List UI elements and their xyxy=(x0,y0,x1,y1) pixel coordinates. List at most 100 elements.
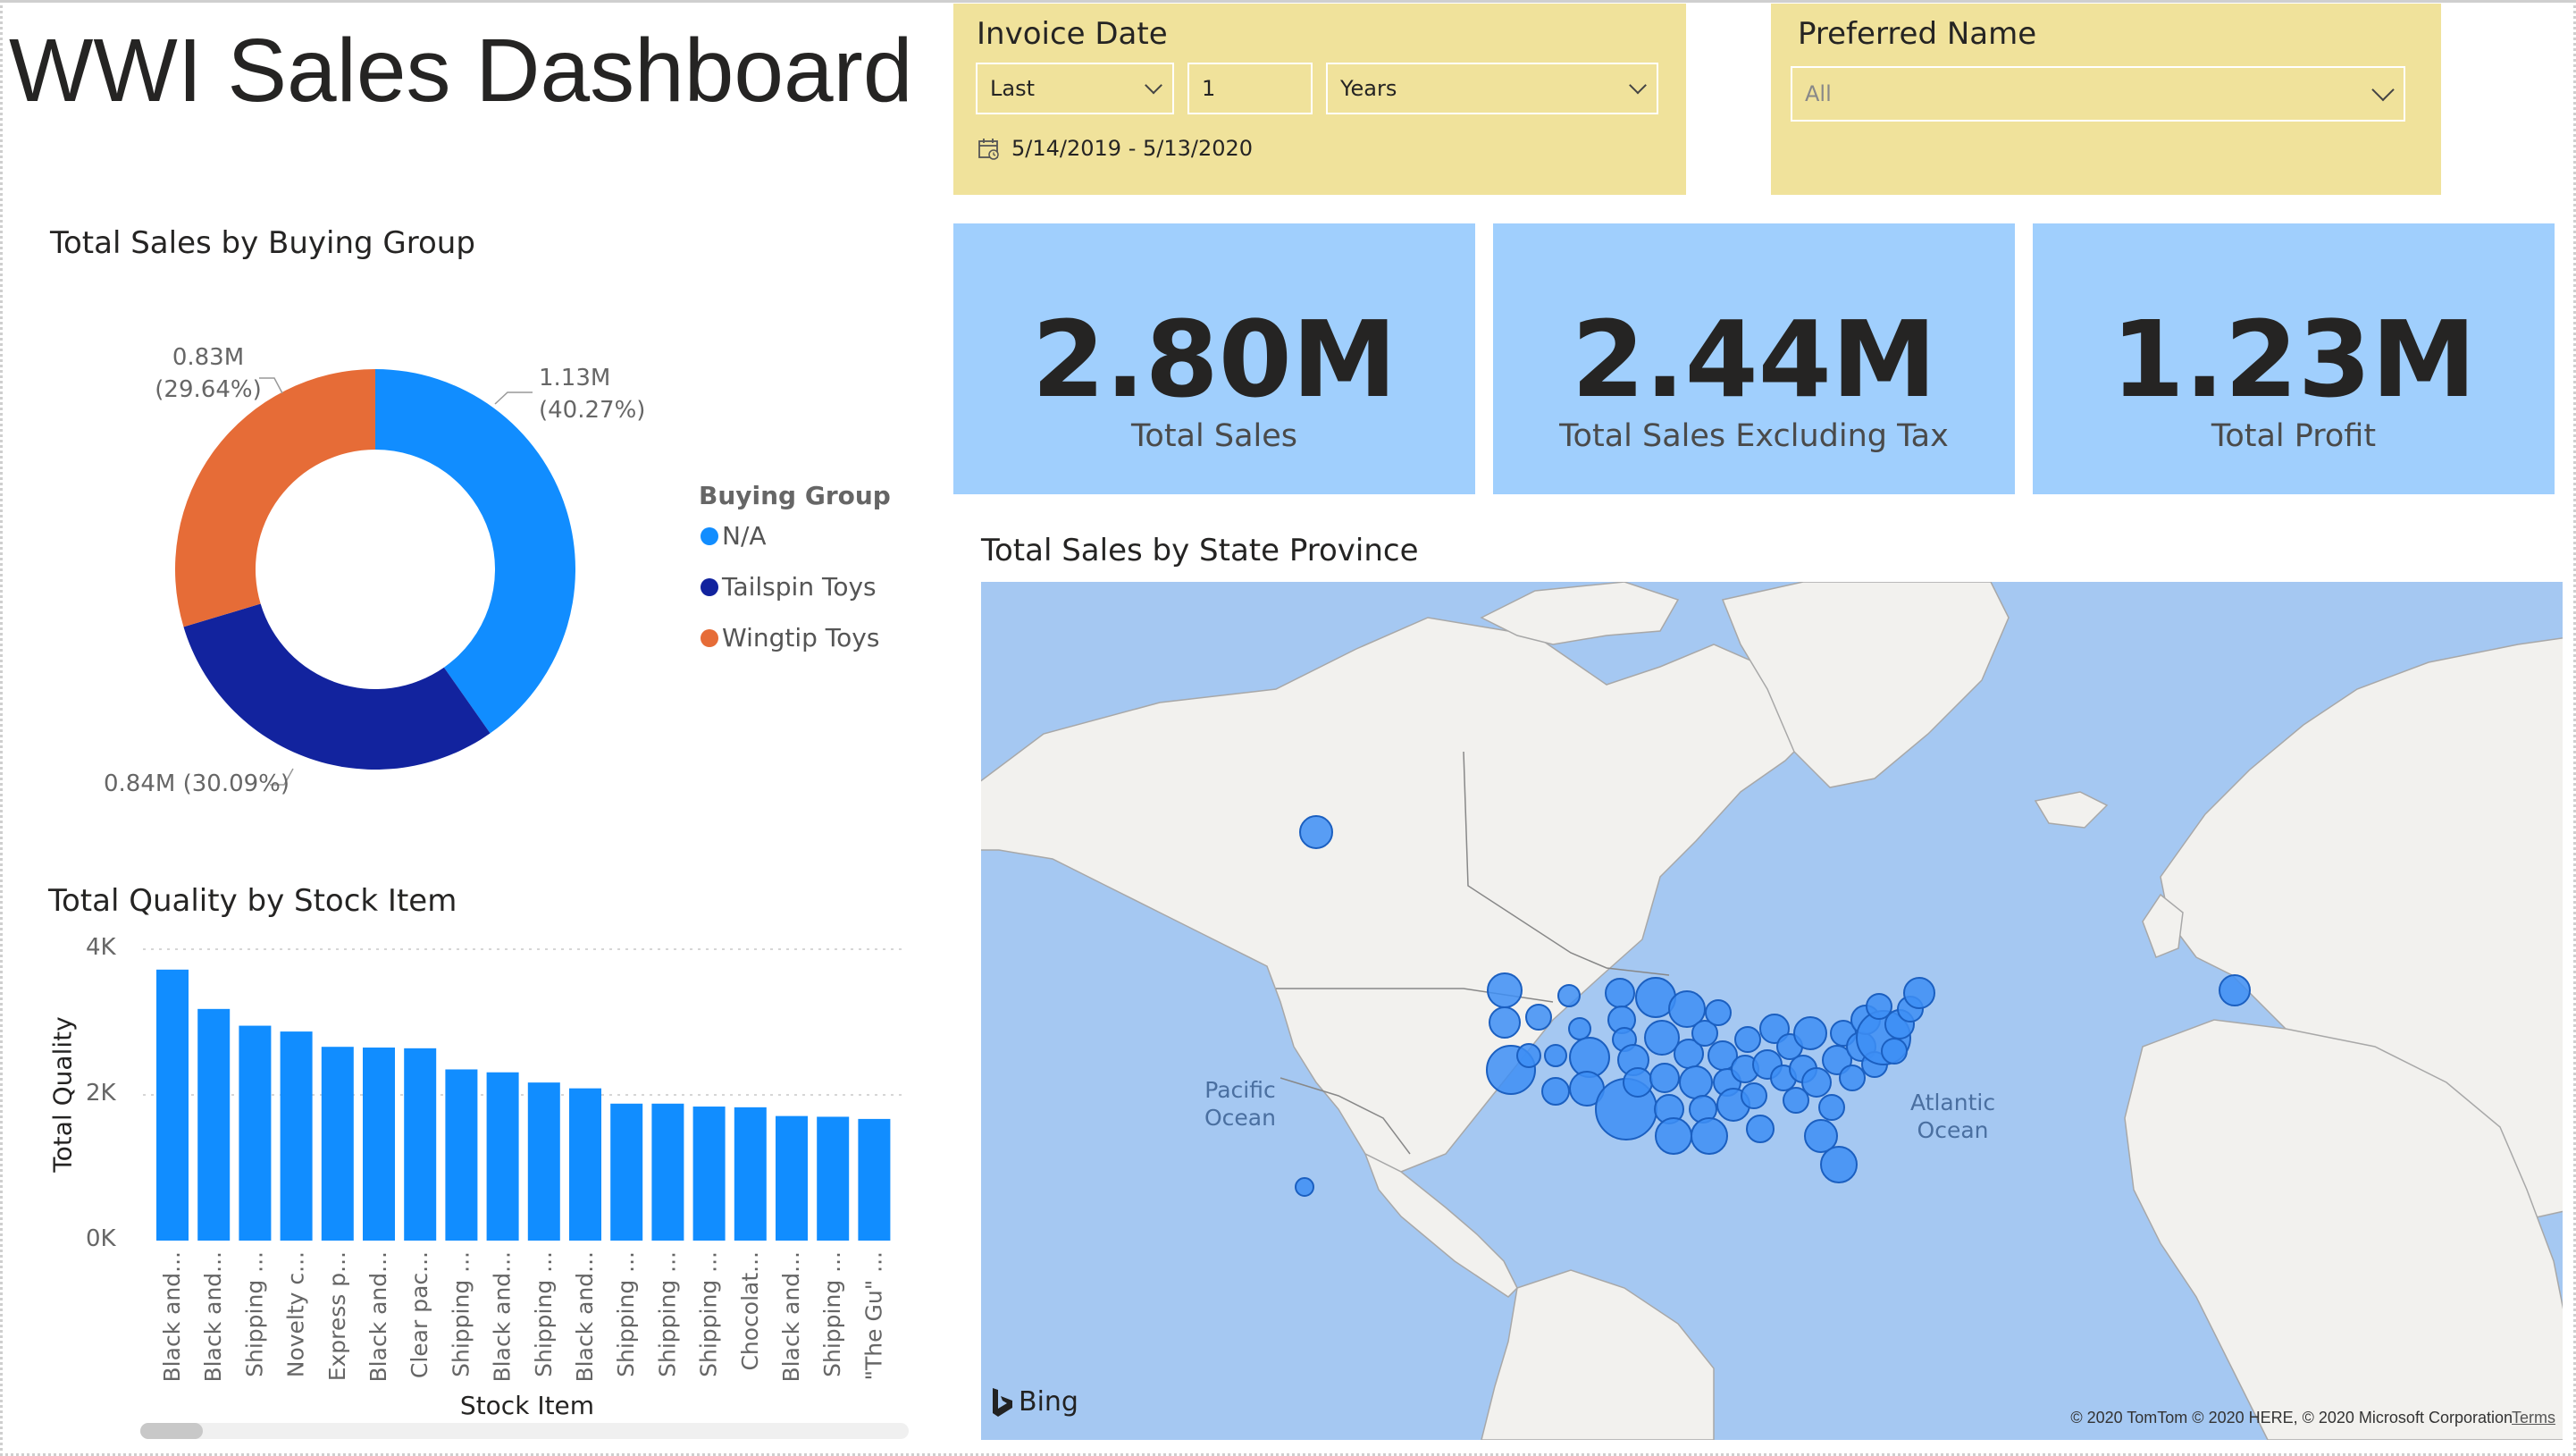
bar-8[interactable] xyxy=(445,1069,478,1241)
map-visual[interactable]: Pacific Ocean Atlantic Ocean Bing © 2020… xyxy=(981,582,2563,1440)
relative-count-value: 1 xyxy=(1202,76,1216,101)
bar-category-label: Black and... xyxy=(159,1251,185,1382)
donut-label-wingtip: 0.83M (29.64%) xyxy=(150,341,266,406)
bar-4[interactable] xyxy=(280,1031,313,1241)
bar-13[interactable] xyxy=(651,1103,684,1241)
legend-item-na[interactable]: N/A xyxy=(701,521,767,551)
map-bubble xyxy=(1881,1038,1908,1065)
chevron-down-icon xyxy=(2371,78,2395,102)
donut-slice-tailspin-toys[interactable] xyxy=(183,603,491,770)
map-bubble xyxy=(1516,1043,1541,1068)
bar-6[interactable] xyxy=(363,1048,395,1241)
map-bubble xyxy=(1541,1077,1570,1106)
bar-14[interactable] xyxy=(692,1107,726,1241)
bar-tick-2k: 2K xyxy=(86,1080,116,1107)
map-bubble xyxy=(1525,1004,1552,1031)
bar-category-label: Novelty c... xyxy=(283,1251,309,1377)
legend-item-tailspin[interactable]: Tailspin Toys xyxy=(701,572,877,602)
preferred-name-value: All xyxy=(1805,81,1832,106)
bar-chart-scrollbar[interactable] xyxy=(140,1423,909,1439)
bar-3[interactable] xyxy=(239,1025,272,1241)
relative-unit-dropdown[interactable]: Years xyxy=(1326,63,1658,114)
bar-16[interactable] xyxy=(776,1115,808,1241)
scrollbar-thumb[interactable] xyxy=(140,1423,203,1439)
bar-category-label: Chocolat... xyxy=(737,1251,763,1371)
bing-icon xyxy=(993,1387,1012,1417)
total-sales-ex-tax-card: 2.44M Total Sales Excluding Tax xyxy=(1493,223,2015,494)
bar-category-label: Clear pac... xyxy=(407,1251,432,1378)
legend-label-na: N/A xyxy=(722,521,767,551)
bar-category-label: Shipping ... xyxy=(654,1251,680,1377)
map-bubble xyxy=(1839,1065,1866,1091)
bar-17[interactable] xyxy=(817,1116,850,1241)
bar-category-label: Black and... xyxy=(200,1251,226,1382)
donut-slice-wingtip-toys[interactable] xyxy=(174,369,375,627)
bar-category-label: Black and... xyxy=(490,1251,516,1382)
total-profit-label: Total Profit xyxy=(2211,418,2377,454)
map-bubble xyxy=(1544,1044,1567,1067)
bing-logo-text: Bing xyxy=(1019,1386,1078,1418)
donut-chart xyxy=(174,369,576,786)
map-bubble xyxy=(1655,1117,1692,1155)
donut-label-wingtip-value: 0.83M xyxy=(172,344,245,371)
map-bubble xyxy=(1295,1177,1314,1197)
legend-label-wingtip: Wingtip Toys xyxy=(722,623,880,652)
legend-dot-tailspin xyxy=(701,577,718,596)
bing-logo: Bing xyxy=(990,1386,1078,1418)
bar-category-label: Shipping ... xyxy=(819,1251,845,1377)
total-sales-value: 2.80M xyxy=(1031,298,1397,421)
bar-category-label: Black and... xyxy=(572,1251,598,1382)
bar-10[interactable] xyxy=(527,1082,560,1241)
bar-category-label: Shipping ... xyxy=(613,1251,639,1377)
donut-chart-title: Total Sales by Buying Group xyxy=(50,225,475,261)
map-bubble xyxy=(1605,978,1635,1008)
legend-item-wingtip[interactable]: Wingtip Toys xyxy=(701,623,879,652)
bar-7[interactable] xyxy=(404,1048,437,1241)
relative-mode-value: Last xyxy=(990,76,1035,101)
legend-dot-na xyxy=(701,526,718,545)
bar-18[interactable] xyxy=(858,1118,891,1241)
bar-y-axis-title: Total Quality xyxy=(47,1016,78,1173)
bar-5[interactable] xyxy=(321,1047,354,1241)
map-bubble xyxy=(1746,1115,1775,1143)
map-bubble xyxy=(1691,1117,1728,1155)
preferred-name-slicer: Preferred Name All xyxy=(1771,4,2441,195)
bar-category-label: Shipping ... xyxy=(531,1251,557,1377)
bar-x-axis-title: Stock Item xyxy=(459,1391,595,1420)
relative-mode-dropdown[interactable]: Last xyxy=(976,63,1174,114)
map-bubble xyxy=(1623,1067,1653,1098)
map-bubbles xyxy=(1295,815,2251,1197)
chevron-down-icon xyxy=(1145,76,1162,95)
total-sales-card: 2.80M Total Sales xyxy=(953,223,1475,494)
bar-category-label: Shipping ... xyxy=(241,1251,267,1377)
map-bubble xyxy=(1793,1016,1827,1050)
bar-tick-0k: 0K xyxy=(86,1225,116,1252)
bar-15[interactable] xyxy=(734,1107,767,1241)
total-sales-label: Total Sales xyxy=(1130,418,1298,454)
legend-label-tailspin: Tailspin Toys xyxy=(722,572,877,602)
preferred-name-dropdown[interactable]: All xyxy=(1791,66,2405,122)
map-terms-link[interactable]: Terms xyxy=(2512,1409,2555,1427)
map-bubble xyxy=(1489,1006,1521,1039)
total-profit-card: 1.23M Total Profit xyxy=(2033,223,2555,494)
bar-2[interactable] xyxy=(197,1008,231,1241)
bar-12[interactable] xyxy=(610,1103,643,1241)
relative-count-input[interactable]: 1 xyxy=(1187,63,1313,114)
bar-category-label: Shipping ... xyxy=(696,1251,722,1377)
relative-unit-value: Years xyxy=(1340,76,1397,101)
date-range-text: 5/14/2019 - 5/13/2020 xyxy=(1011,136,1254,161)
map-bubble xyxy=(1741,1082,1767,1109)
bar-9[interactable] xyxy=(486,1072,519,1241)
map-bubble xyxy=(1818,1094,1845,1121)
bar-category-label: Black and... xyxy=(365,1251,391,1382)
total-sales-ex-tax-label: Total Sales Excluding Tax xyxy=(1559,418,1949,454)
bar-11[interactable] xyxy=(569,1088,601,1241)
map-copyright-text: © 2020 TomTom © 2020 HERE, © 2020 Micros… xyxy=(2070,1409,2513,1427)
bar-category-label: Shipping ... xyxy=(448,1251,474,1377)
preferred-name-slicer-title: Preferred Name xyxy=(1798,16,2037,52)
map-bubble xyxy=(1820,1146,1858,1183)
map-bubble xyxy=(1679,1065,1713,1099)
bar-1[interactable] xyxy=(156,969,189,1241)
map-copyright: © 2020 TomTom © 2020 HERE, © 2020 Micros… xyxy=(2070,1409,2513,1427)
donut-label-na-value: 1.13M xyxy=(539,365,611,391)
